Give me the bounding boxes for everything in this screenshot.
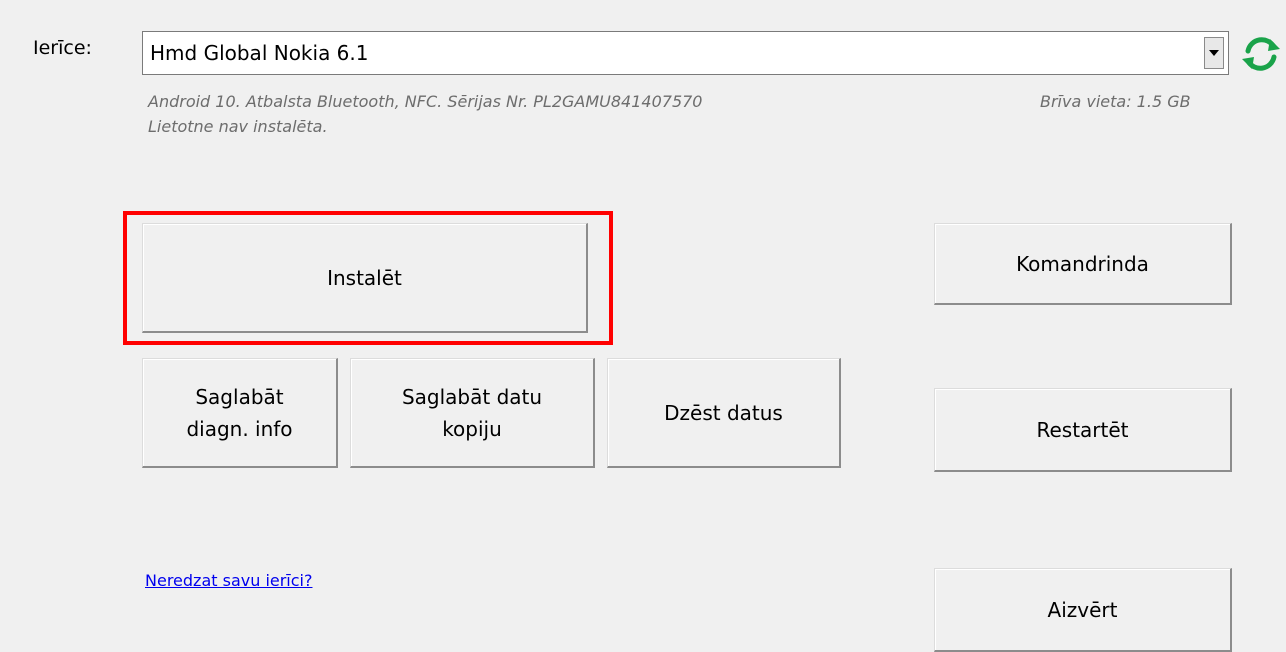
app-status: Lietotne nav instalēta. [148,117,328,136]
device-info: Android 10. Atbalsta Bluetooth, NFC. Sēr… [148,92,703,111]
highlight-box [123,211,613,345]
device-select-value: Hmd Global Nokia 6.1 [150,41,369,65]
device-label: Ierīce: [33,37,92,59]
restart-button[interactable]: Restartēt [934,388,1232,472]
chevron-down-icon[interactable] [1204,37,1224,69]
save-diag-info-button[interactable]: Saglabāt diagn. info [142,358,338,468]
save-backup-button[interactable]: Saglabāt datu kopiju [350,358,595,468]
free-space: Brīva vieta: 1.5 GB [1040,92,1191,111]
device-select[interactable]: Hmd Global Nokia 6.1 [142,31,1229,75]
delete-data-button[interactable]: Dzēst datus [607,358,841,468]
cant-see-device-link[interactable]: Neredzat savu ierīci? [145,571,312,590]
close-button[interactable]: Aizvērt [934,568,1232,652]
command-line-button[interactable]: Komandrinda [934,223,1232,305]
refresh-icon[interactable] [1240,33,1282,75]
